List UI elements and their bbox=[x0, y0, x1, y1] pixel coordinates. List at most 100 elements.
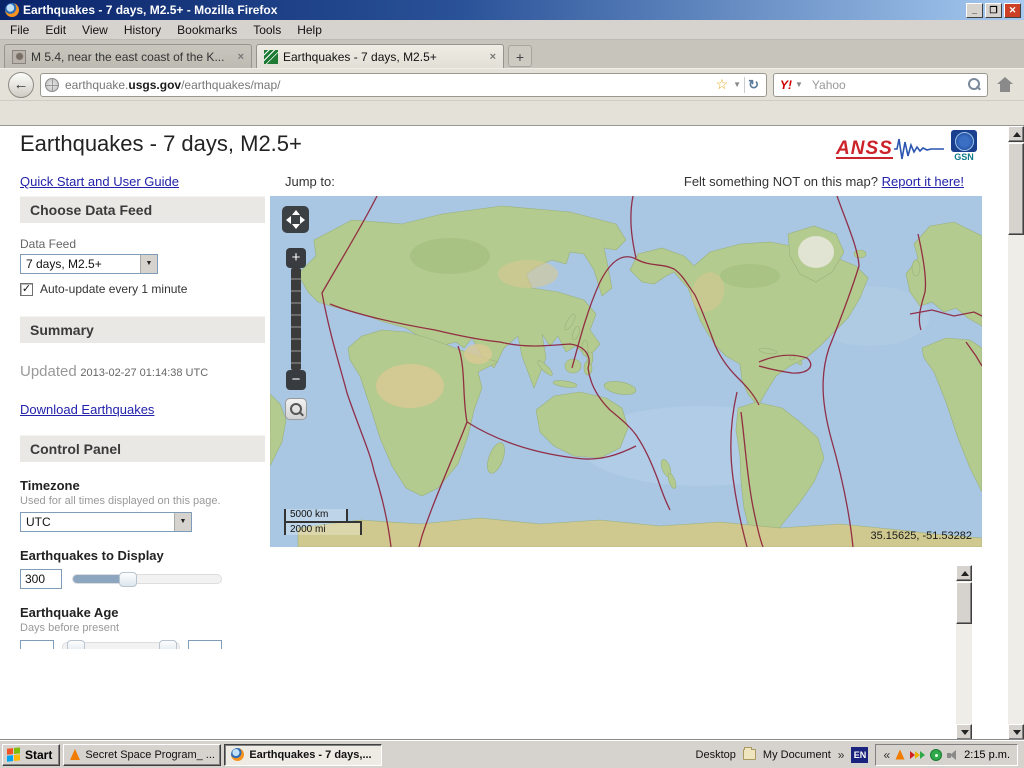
zoom-in-button[interactable]: + bbox=[286, 248, 306, 268]
earthquake-age-sub: Days before present bbox=[20, 622, 265, 634]
minimize-button[interactable]: _ bbox=[966, 3, 983, 18]
language-indicator[interactable]: EN bbox=[851, 747, 868, 763]
display-count-input[interactable] bbox=[20, 569, 62, 589]
chevron-down-icon[interactable]: ▼ bbox=[140, 255, 157, 273]
media-tray-icon[interactable] bbox=[930, 749, 942, 761]
timezone-select[interactable]: UTC ▼ bbox=[20, 512, 192, 532]
age-min-input[interactable] bbox=[20, 640, 54, 649]
tab-close-icon[interactable]: × bbox=[490, 51, 496, 63]
scroll-down-icon[interactable] bbox=[956, 724, 972, 740]
yahoo-engine-icon[interactable]: Y! bbox=[780, 78, 792, 92]
arrows-tray-icon[interactable] bbox=[910, 751, 925, 759]
pan-down-icon[interactable] bbox=[292, 224, 300, 229]
my-document-label[interactable]: My Document bbox=[763, 749, 831, 761]
url-dropdown-icon[interactable]: ▼ bbox=[730, 80, 744, 89]
earthquake-age-label: Earthquake Age bbox=[20, 605, 265, 620]
tab-label: M 5.4, near the east coast of the K... bbox=[31, 50, 233, 64]
chevron-down-icon[interactable]: ▼ bbox=[174, 513, 191, 531]
sidebar: Choose Data Feed Data Feed 7 days, M2.5+… bbox=[20, 196, 265, 649]
timezone-sub: Used for all times displayed on this pag… bbox=[20, 495, 265, 507]
menu-item-edit[interactable]: Edit bbox=[37, 21, 74, 39]
toolbar-overflow-chevron[interactable]: » bbox=[838, 748, 845, 762]
vlc-icon bbox=[70, 749, 80, 760]
menu-item-tools[interactable]: Tools bbox=[245, 21, 289, 39]
vlc-tray-icon[interactable] bbox=[896, 750, 905, 760]
firefox-icon bbox=[5, 3, 19, 17]
table-scrollbar[interactable] bbox=[956, 565, 972, 740]
site-identity-icon bbox=[45, 78, 59, 92]
bookmark-star-icon[interactable]: ☆ bbox=[714, 76, 731, 93]
menu-item-bookmarks[interactable]: Bookmarks bbox=[169, 21, 245, 39]
page-scrollbar[interactable] bbox=[1008, 126, 1024, 740]
taskbar-task-firefox[interactable]: Earthquakes - 7 days,... bbox=[224, 744, 382, 766]
pan-right-icon[interactable] bbox=[300, 216, 305, 224]
url-bar[interactable]: earthquake.usgs.gov/earthquakes/map/ ☆ ▼… bbox=[40, 73, 767, 97]
scroll-up-icon[interactable] bbox=[1008, 126, 1024, 142]
cursor-coordinates: 35.15625, -51.53282 bbox=[870, 530, 972, 542]
scroll-up-icon[interactable] bbox=[956, 565, 972, 581]
desktop-toolbar-label[interactable]: Desktop bbox=[696, 749, 736, 761]
felt-text: Felt something NOT on this map? bbox=[684, 174, 878, 189]
data-feed-select[interactable]: 7 days, M2.5+ ▼ bbox=[20, 254, 158, 274]
tab-close-icon[interactable]: × bbox=[238, 51, 244, 63]
slider-thumb[interactable] bbox=[119, 572, 137, 587]
map-scale: 5000 km 2000 mi bbox=[284, 509, 362, 535]
report-it-link[interactable]: Report it here! bbox=[882, 174, 964, 189]
back-button[interactable]: ← bbox=[8, 72, 34, 98]
menu-item-view[interactable]: View bbox=[74, 21, 116, 39]
control-panel-header: Control Panel bbox=[20, 435, 265, 462]
zoom-slider-track[interactable] bbox=[291, 268, 301, 370]
timezone-label: Timezone bbox=[20, 478, 265, 493]
taskbar-task-vlc[interactable]: Secret Space Program_ ... bbox=[63, 744, 221, 766]
document-icon bbox=[743, 749, 756, 760]
pan-up-icon[interactable] bbox=[292, 210, 300, 215]
search-box[interactable]: Y! ▼ Yahoo bbox=[773, 73, 988, 97]
pan-left-icon[interactable] bbox=[286, 216, 291, 224]
earthquake-age-controls bbox=[20, 640, 265, 649]
page-favicon bbox=[12, 50, 26, 64]
earthquake-map[interactable]: + − 5000 km 2000 mi 35.15625, -51.53282 bbox=[270, 196, 982, 547]
choose-data-feed-header: Choose Data Feed bbox=[20, 196, 265, 223]
search-placeholder: Yahoo bbox=[812, 78, 968, 92]
gsn-globe-icon bbox=[951, 130, 977, 152]
firefox-icon bbox=[231, 748, 244, 761]
zoom-out-button[interactable]: − bbox=[286, 370, 306, 390]
tray-collapse-chevron[interactable]: « bbox=[883, 748, 890, 762]
start-button[interactable]: Start bbox=[2, 744, 60, 766]
tab-active[interactable]: Earthquakes - 7 days, M2.5+ × bbox=[256, 44, 504, 68]
map-pan-control[interactable] bbox=[282, 206, 309, 233]
scroll-thumb[interactable] bbox=[956, 582, 972, 624]
auto-update-checkbox[interactable]: ✓ bbox=[20, 283, 33, 296]
url-text[interactable]: earthquake.usgs.gov/earthquakes/map/ bbox=[65, 78, 714, 92]
display-count-slider[interactable] bbox=[72, 574, 222, 584]
tab-label: Earthquakes - 7 days, M2.5+ bbox=[283, 50, 485, 64]
age-range-slider[interactable] bbox=[62, 642, 180, 649]
updated-line: Updated 2013-02-27 01:14:38 UTC bbox=[20, 363, 265, 380]
tab-bar: M 5.4, near the east coast of the K... ×… bbox=[0, 40, 1024, 68]
page-content: Earthquakes - 7 days, M2.5+ ANSS GSN Qui… bbox=[0, 126, 1024, 740]
taskbar-clock: 2:15 p.m. bbox=[964, 749, 1010, 761]
download-earthquakes-link[interactable]: Download Earthquakes bbox=[20, 402, 154, 417]
quick-start-link[interactable]: Quick Start and User Guide bbox=[20, 174, 179, 189]
home-button[interactable] bbox=[994, 75, 1016, 95]
menu-item-history[interactable]: History bbox=[116, 21, 169, 39]
age-max-input[interactable] bbox=[188, 640, 222, 649]
zoom-box-icon[interactable] bbox=[285, 398, 307, 420]
scroll-thumb[interactable] bbox=[1008, 143, 1024, 235]
usgs-favicon bbox=[264, 50, 278, 64]
menu-item-file[interactable]: File bbox=[2, 21, 37, 39]
menu-item-help[interactable]: Help bbox=[289, 21, 330, 39]
search-icon[interactable] bbox=[968, 78, 981, 91]
close-button[interactable]: ✕ bbox=[1004, 3, 1021, 18]
reload-icon[interactable]: ↻ bbox=[744, 77, 762, 93]
seismograph-icon bbox=[893, 136, 945, 162]
system-tray: « 2:15 p.m. bbox=[875, 744, 1018, 766]
scroll-down-icon[interactable] bbox=[1008, 724, 1024, 740]
new-tab-button[interactable]: + bbox=[508, 45, 532, 67]
menu-bar: FileEditViewHistoryBookmarksToolsHelp bbox=[0, 20, 1024, 40]
tab-inactive[interactable]: M 5.4, near the east coast of the K... × bbox=[4, 44, 252, 68]
scale-mi: 2000 mi bbox=[284, 521, 362, 535]
maximize-button[interactable]: ❐ bbox=[985, 3, 1002, 18]
search-engine-dropdown-icon[interactable]: ▼ bbox=[792, 80, 806, 89]
volume-icon[interactable] bbox=[947, 749, 959, 761]
